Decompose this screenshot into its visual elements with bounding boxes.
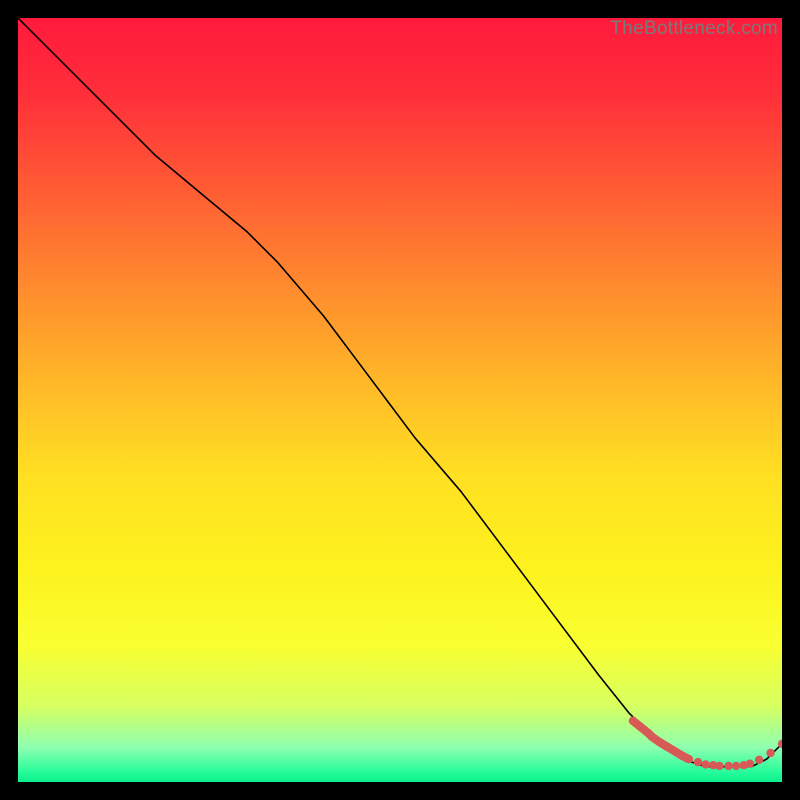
marker-dot [663, 743, 671, 751]
marker-dot [701, 760, 709, 768]
marker-dot [648, 733, 656, 741]
chart-frame: TheBottleneck.com [18, 18, 782, 782]
marker-dot [685, 755, 693, 763]
marker-dot [636, 723, 644, 731]
bottleneck-chart [18, 18, 782, 782]
marker-dot [746, 759, 754, 767]
marker-dot [766, 749, 774, 757]
marker-dot [724, 762, 732, 770]
marker-dot [671, 747, 679, 755]
marker-dot [694, 758, 702, 766]
marker-dot [715, 762, 723, 770]
marker-dot [656, 738, 664, 746]
marker-dot [755, 756, 763, 764]
marker-dot [629, 717, 637, 725]
marker-dot [732, 762, 740, 770]
watermark-text: TheBottleneck.com [610, 18, 778, 40]
